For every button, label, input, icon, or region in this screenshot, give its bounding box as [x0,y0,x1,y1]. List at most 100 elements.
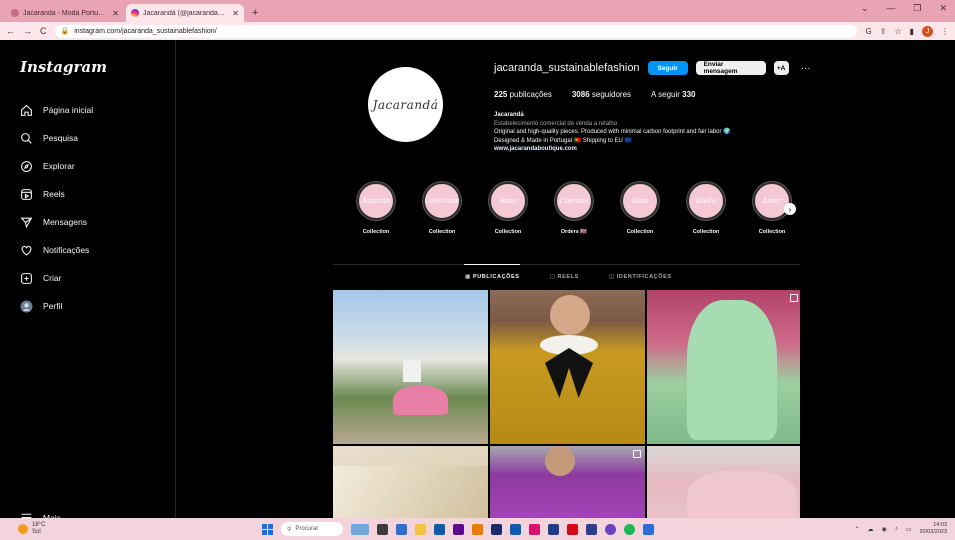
dress-shape [393,385,448,415]
post-thumbnail[interactable] [647,290,800,444]
widgets-icon[interactable] [351,523,369,535]
story-highlights: Autumn Collection Celebrate Collection Ros… [357,182,791,235]
nav-create[interactable]: Criar [12,264,165,292]
highlight-item[interactable]: Celebrate Collection [423,182,461,235]
spotify-icon[interactable] [624,523,635,535]
highlight-cover: Rosa [489,182,527,220]
nav-home[interactable]: Página inicial [12,96,165,124]
windows-start-icon[interactable] [262,523,273,535]
forward-icon[interactable]: → [23,26,32,36]
new-tab-button[interactable]: + [246,4,264,22]
sidepanel-icon[interactable]: ▮ [910,27,914,36]
highlight-cover: Amor [753,182,791,220]
post-thumbnail[interactable] [333,290,488,444]
browser-tab[interactable]: Jacaranda - Moda Portuguesa S… ✕ [6,4,124,22]
chrome-icon[interactable] [605,523,616,535]
follow-button[interactable]: Seguir [647,61,688,75]
nav-label: Perfil [43,301,63,311]
address-bar[interactable]: 🔒 instagram.com/jacaranda_sustainablefas… [54,24,858,38]
posts-grid [333,290,800,518]
taskbar-clock[interactable]: 14:03 20/03/2023 [919,522,947,536]
weather-temp: 18°C [32,522,46,528]
menu-dots-icon[interactable]: ⋮ [941,27,949,36]
suggest-user-button[interactable]: +A [773,61,789,75]
nav-messages[interactable]: Mensagens [12,208,165,236]
nav-explore[interactable]: Explorar [12,152,165,180]
reload-icon[interactable]: C [40,26,47,36]
nav-profile[interactable]: Perfil [12,292,165,320]
nav-label: Mensagens [43,217,87,227]
bio-link[interactable]: www.jacarandaboutique.com [494,145,794,154]
post-thumbnail[interactable] [647,446,800,518]
edge-icon[interactable] [434,523,445,535]
taskbar-search[interactable]: ⚲ Procurar [281,522,343,536]
posts-count: 225 publicações [494,90,552,99]
profile-avatar[interactable]: Jacarandá [368,67,443,142]
highlight-item[interactable]: Autumn Collection [357,182,395,235]
star-icon[interactable]: ☆ [894,27,901,36]
cloud-icon[interactable]: ☁ [868,526,874,533]
clock-time: 14:03 [933,522,947,528]
highlight-item[interactable]: Rosa Collection [489,182,527,235]
post-thumbnail[interactable] [333,446,488,518]
back-icon[interactable]: ← [6,26,15,36]
restore-icon[interactable]: ❐ [913,3,921,14]
profile-avatar-icon[interactable]: J [922,25,933,37]
plus-square-icon [21,272,32,284]
followers-count[interactable]: 3086 seguidores [572,90,631,99]
battery-icon[interactable]: ▭ [906,526,912,533]
tab-title: Jacarandá (@jacaranda_sustaina… [143,9,228,17]
xd-icon[interactable] [453,523,464,535]
google-icon[interactable]: G [865,27,871,36]
dress-shape [687,300,777,440]
instagram-logo[interactable]: Instagram [20,58,165,76]
bow-shape [545,348,593,398]
highlight-label: Collection [362,229,390,235]
highlight-cover: Diva [621,182,659,220]
close-icon[interactable]: ✕ [112,9,119,18]
following-count[interactable]: A seguir 330 [651,90,696,99]
minimize-icon[interactable]: — [886,3,895,14]
weather-widget[interactable]: 18°C Sol [18,522,45,536]
face-shape [545,446,575,476]
more-options-icon[interactable]: ··· [801,63,811,74]
chevron-up-icon[interactable]: ⌃ [855,526,860,533]
nav-notifications[interactable]: Notificações [12,236,165,264]
active-tab-indicator [464,264,520,265]
taskbar-apps: ⚲ Procurar [262,522,654,536]
word-icon[interactable] [643,523,654,535]
netflix-icon[interactable] [567,523,578,535]
dreamweaver-icon[interactable] [529,523,540,535]
file-explorer-icon[interactable] [415,523,426,535]
message-button[interactable]: Enviar mensagem [695,61,766,75]
volume-icon[interactable]: ♪ [895,526,898,532]
highlight-item[interactable]: Clientes Orders 🇬🇧 [555,182,593,235]
highlight-cover: Stella [687,182,725,220]
teams-icon[interactable] [396,523,407,535]
share-icon[interactable]: ⇪ [880,27,887,36]
nav-label: Notificações [43,245,90,255]
audition-icon[interactable] [491,523,502,535]
photoshop-icon[interactable] [510,523,521,535]
post-thumbnail[interactable] [490,446,645,518]
app-icon[interactable] [586,523,597,535]
lightroom-icon[interactable] [548,523,559,535]
nav-reels[interactable]: Reels [12,180,165,208]
tab-posts[interactable]: ▦ PUBLICAÇÕES [465,274,520,280]
tab-tagged[interactable]: ◫ IDENTIFICAÇÕES [609,274,672,280]
chevron-right-icon[interactable]: › [784,203,796,215]
tab-reels[interactable]: ▢ REELS [550,274,579,280]
task-view-icon[interactable] [377,523,388,535]
wifi-icon[interactable]: ◉ [882,526,887,533]
post-thumbnail[interactable] [490,290,645,444]
close-window-icon[interactable]: ✕ [939,3,947,14]
illustrator-icon[interactable] [472,523,483,535]
highlight-item[interactable]: Diva Collection [621,182,659,235]
nav-search[interactable]: Pesquisa [12,124,165,152]
highlight-item[interactable]: Stella Collection [687,182,725,235]
browser-tab-active[interactable]: Jacarandá (@jacaranda_sustaina… ✕ [126,4,244,22]
chevron-down-icon[interactable]: ⌄ [861,3,869,14]
nav-label: Página inicial [43,105,94,115]
bio-line: Designed & Made in Portugal 🇵🇹 Shipping … [494,137,633,144]
close-icon[interactable]: ✕ [232,9,239,18]
